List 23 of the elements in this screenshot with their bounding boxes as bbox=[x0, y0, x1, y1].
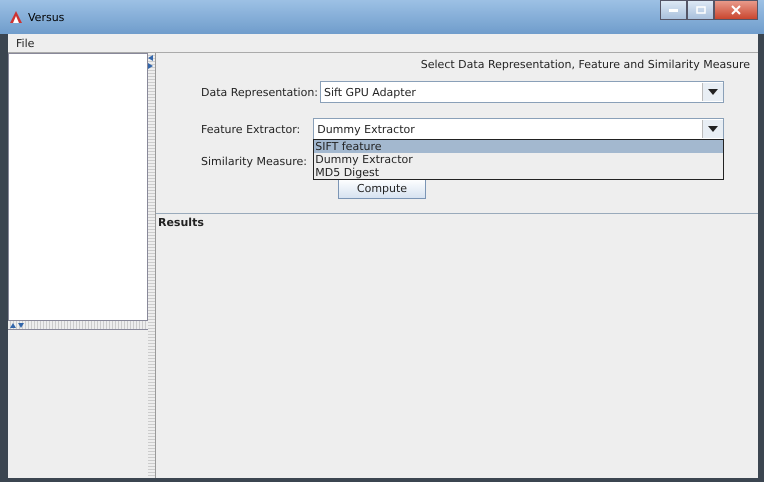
minimize-button[interactable] bbox=[660, 0, 687, 20]
split-arrows-icon bbox=[10, 322, 24, 328]
maximize-button[interactable] bbox=[687, 0, 714, 20]
dropdown-option[interactable]: SIFT feature bbox=[314, 140, 723, 153]
dropdown-option[interactable]: Dummy Extractor bbox=[314, 153, 723, 166]
dropdown-arrow-icon bbox=[708, 89, 718, 95]
dropdown-arrow-icon bbox=[708, 126, 718, 132]
menu-item[interactable]: File bbox=[12, 36, 38, 50]
results-title: Results bbox=[157, 215, 205, 231]
split-arrows-icon bbox=[148, 55, 153, 69]
app-logo-icon bbox=[8, 9, 24, 25]
close-icon bbox=[731, 5, 741, 15]
close-button[interactable] bbox=[714, 0, 758, 20]
maximize-icon bbox=[696, 6, 706, 14]
field-label: Data Representation: bbox=[201, 86, 318, 98]
field-label: Feature Extractor: bbox=[201, 122, 300, 136]
dropdown-option[interactable]: MD5 Digest bbox=[314, 166, 723, 179]
field-label: Similarity Measure: bbox=[201, 154, 307, 168]
minimize-icon bbox=[669, 8, 678, 12]
window-title: Versus bbox=[28, 10, 64, 24]
dropdown[interactable]: Sift GPU Adapter bbox=[320, 81, 724, 103]
form-heading: Select Data Representation, Feature and Similarity Measure bbox=[420, 57, 751, 72]
compute-button[interactable]: Compute bbox=[338, 178, 426, 199]
